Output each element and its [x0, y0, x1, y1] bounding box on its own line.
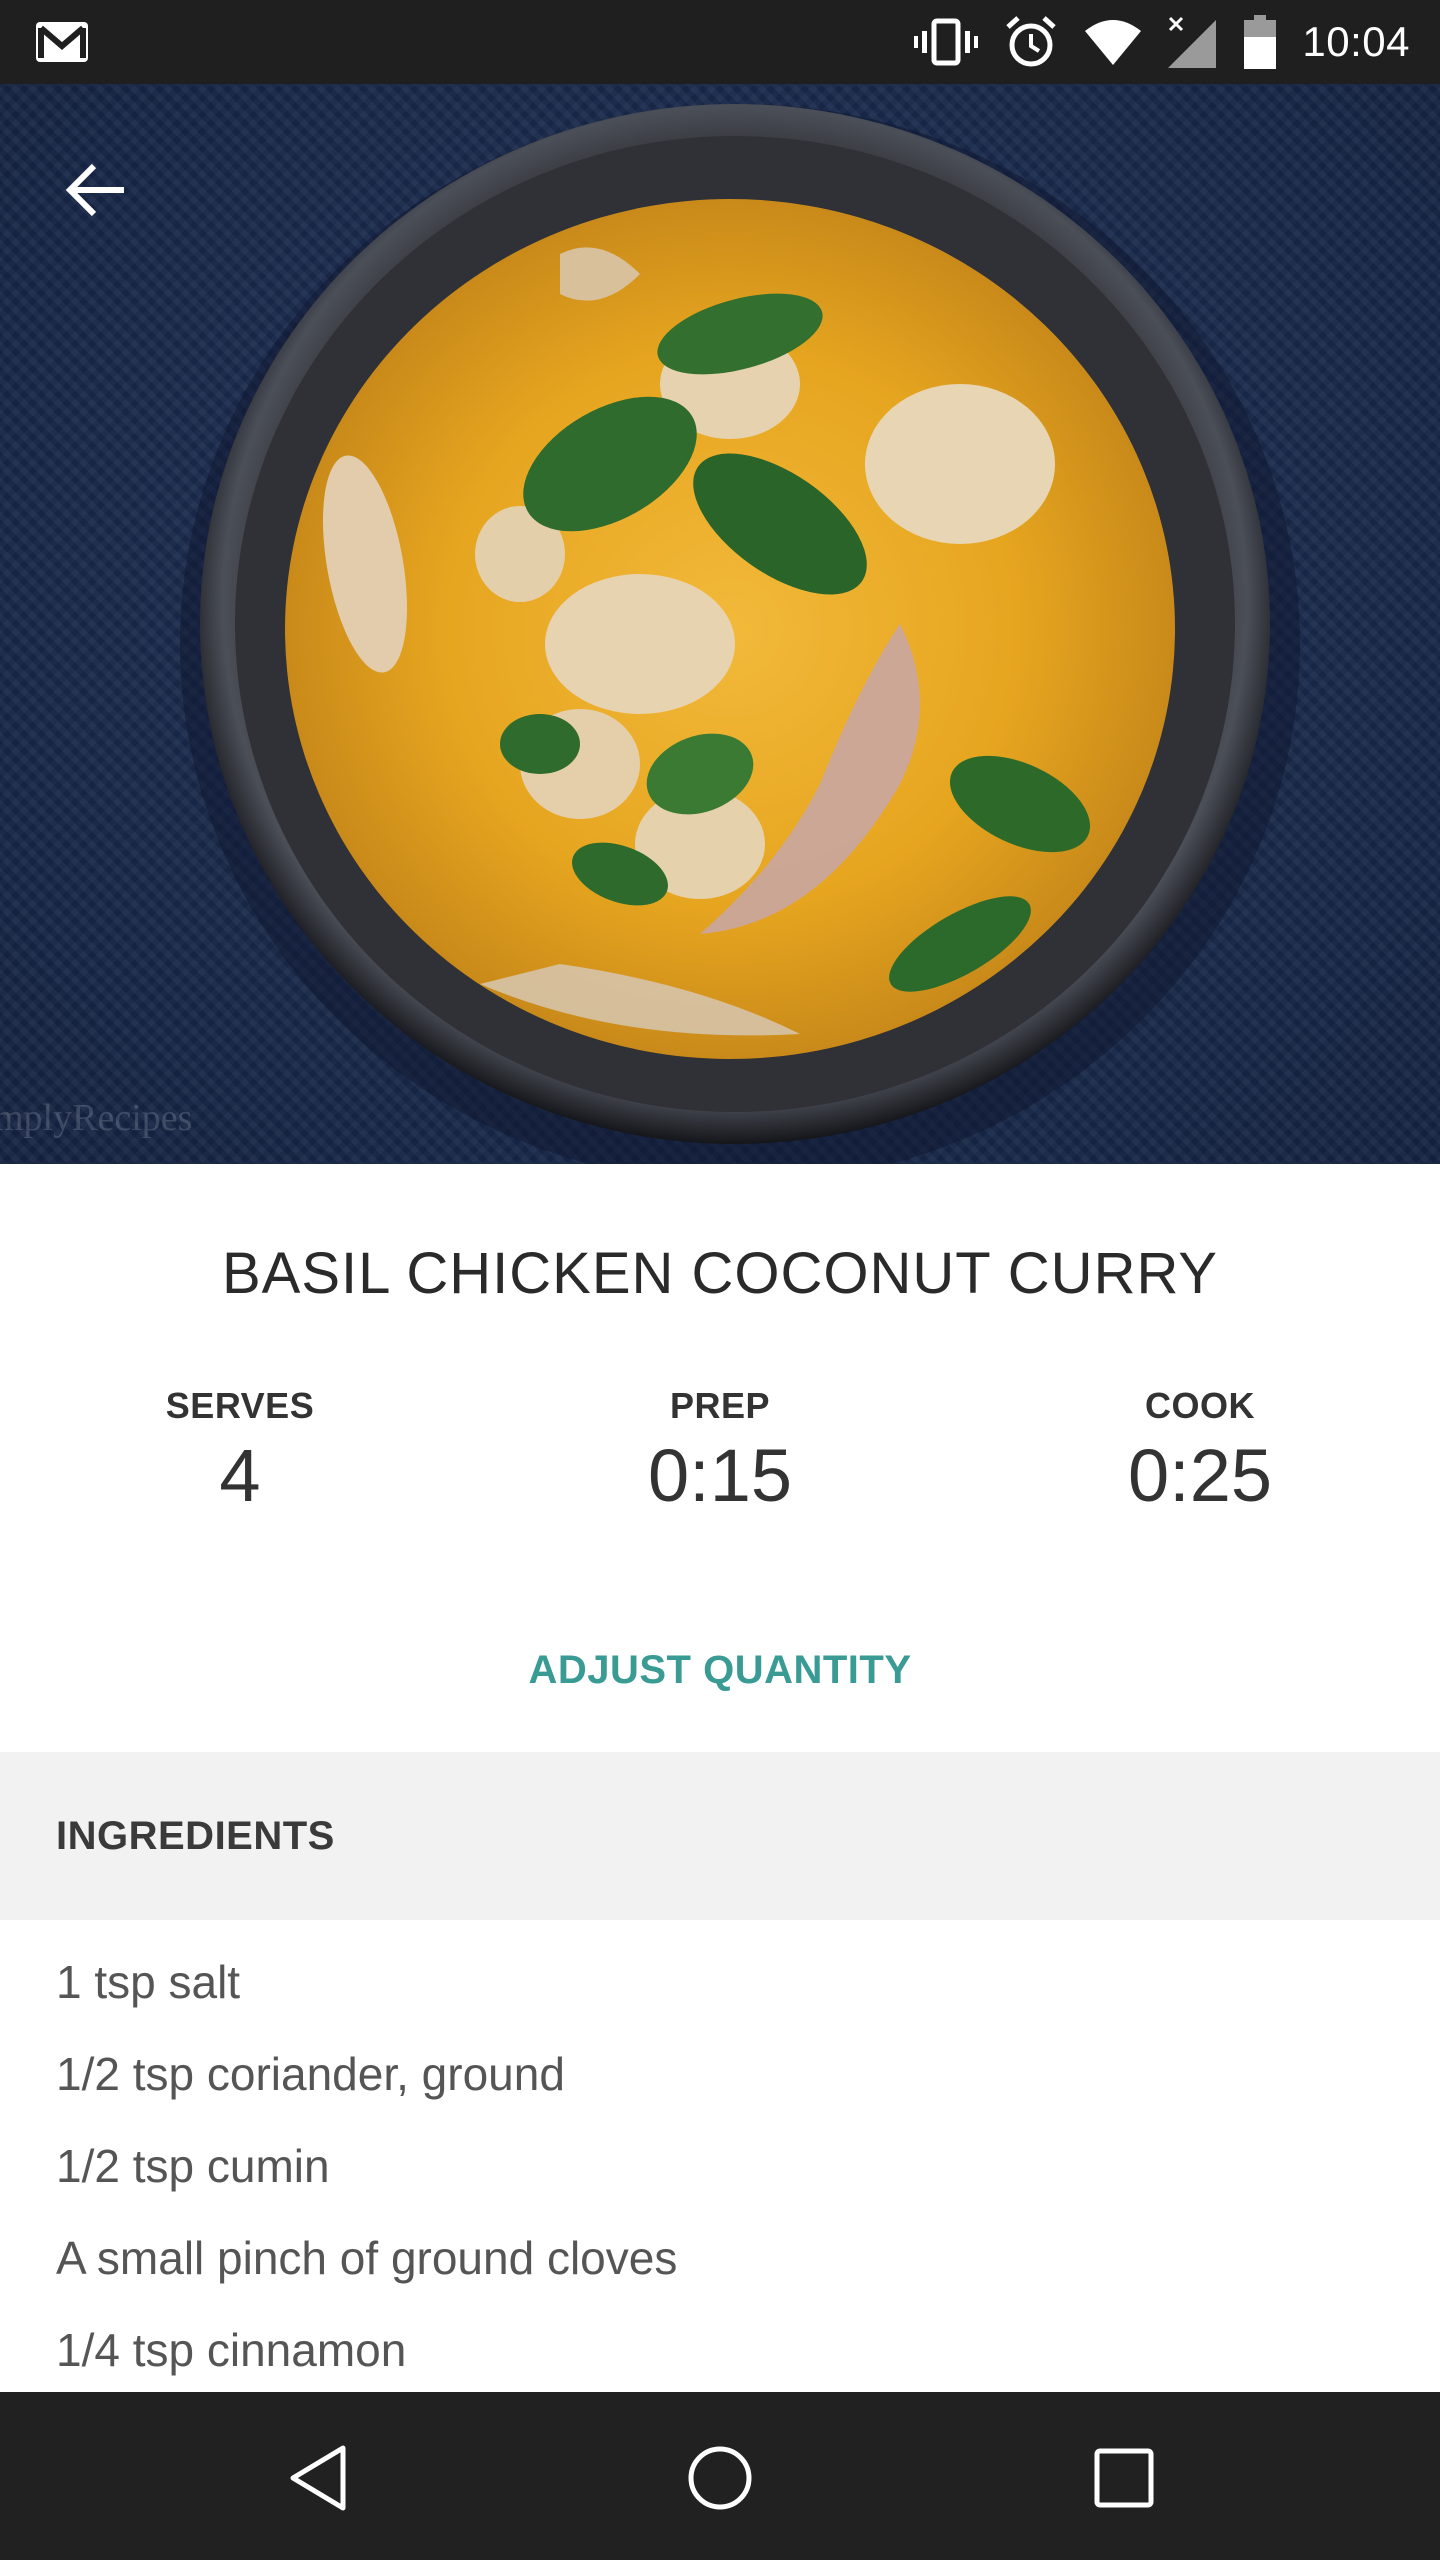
serves-stat: SERVES 4 — [90, 1385, 390, 1518]
cook-stat: COOK 0:25 — [1050, 1385, 1350, 1518]
nav-back-icon — [290, 2445, 346, 2511]
gmail-icon — [36, 22, 88, 62]
serves-label: SERVES — [165, 1385, 315, 1426]
photo-watermark: mplyRecipes — [0, 1097, 193, 1139]
cook-value: 0:25 — [1127, 1434, 1273, 1517]
recipe-hero-image: mplyRecipes — [0, 84, 1440, 1164]
ingredient-item: A small pinch of ground cloves — [56, 2232, 678, 2284]
wifi-icon — [1085, 20, 1142, 65]
nav-home-icon — [688, 2446, 752, 2510]
status-clock: 10:04 — [1302, 18, 1410, 65]
prep-label: PREP — [669, 1385, 771, 1426]
arrow-back-icon — [65, 163, 124, 217]
alarm-icon — [1006, 16, 1057, 67]
cook-label: COOK — [1145, 1385, 1255, 1426]
nav-home-button[interactable] — [678, 2436, 762, 2520]
signal-icon — [1168, 16, 1217, 68]
adjust-quantity-button[interactable]: ADJUST QUANTITY — [470, 1630, 970, 1710]
ingredients-header: INGREDIENTS — [0, 1752, 1440, 1920]
ingredient-item: 1/4 tsp cinnamon — [56, 2324, 407, 2376]
ingredients-header-label: INGREDIENTS — [56, 1813, 335, 1858]
nav-back-button[interactable] — [276, 2436, 360, 2520]
recipe-title: BASIL CHICKEN COCONUT CURRY — [222, 1241, 1218, 1306]
serves-value: 4 — [219, 1434, 261, 1517]
system-nav-bar — [0, 2392, 1440, 2560]
ingredient-item: 1/2 tsp cumin — [56, 2140, 330, 2192]
battery-icon — [1244, 15, 1277, 69]
ingredient-item: 1 tsp salt — [56, 1956, 241, 2008]
ingredient-item: 1/2 tsp coriander, ground — [56, 2048, 565, 2100]
prep-stat: PREP 0:15 — [570, 1385, 870, 1518]
ingredients-list: 1 tsp salt 1/2 tsp coriander, ground 1/2… — [56, 1936, 677, 2396]
vibrate-icon — [914, 18, 979, 66]
prep-value: 0:15 — [647, 1434, 793, 1517]
nav-recents-icon — [1094, 2448, 1154, 2508]
nav-recents-button[interactable] — [1082, 2436, 1166, 2520]
back-button[interactable] — [56, 150, 136, 230]
status-bar: 10:04 — [0, 0, 1440, 84]
curry-bowl-photo — [180, 104, 1300, 1164]
